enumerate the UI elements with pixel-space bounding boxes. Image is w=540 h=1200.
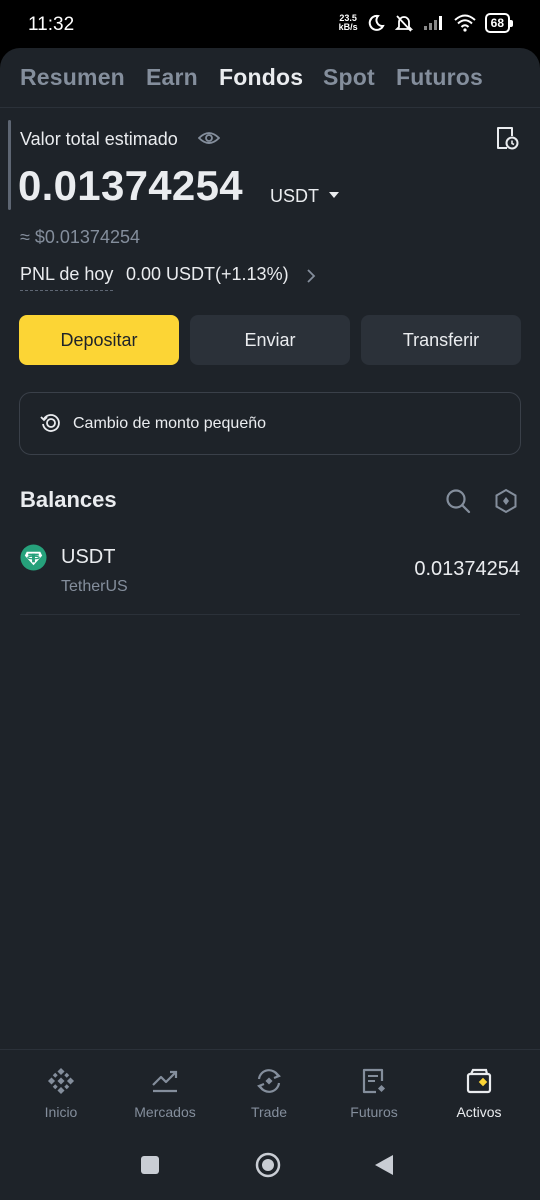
mute-bell-icon bbox=[394, 15, 413, 32]
net-speed: 23.5 kB/s bbox=[338, 13, 358, 32]
wifi-icon bbox=[453, 14, 476, 32]
battery-indicator: 68 bbox=[484, 13, 514, 33]
status-time: 11:32 bbox=[28, 14, 75, 35]
chevron-right-icon[interactable] bbox=[306, 268, 316, 284]
asset-symbol: USDT bbox=[61, 546, 116, 568]
balances-title: Balances bbox=[20, 487, 117, 512]
total-amount: 0.01374254 bbox=[18, 162, 243, 209]
status-bar: 11:32 23.5 kB/s 68 bbox=[0, 0, 540, 48]
chart-trend-icon bbox=[152, 1070, 178, 1093]
transfer-button[interactable]: Transferir bbox=[361, 315, 521, 365]
deposit-button[interactable]: Depositar bbox=[19, 315, 179, 365]
system-nav-bar bbox=[0, 1131, 540, 1200]
asset-tabs: Resumen Earn Fondos Spot Futuros bbox=[0, 48, 540, 108]
tab-spot[interactable]: Spot bbox=[323, 64, 375, 91]
status-indicators: 23.5 kB/s 68 bbox=[338, 13, 514, 33]
nav-inicio[interactable]: Inicio bbox=[11, 1066, 111, 1120]
currency-selector[interactable]: USDT bbox=[270, 186, 319, 207]
app-screen: Resumen Earn Fondos Spot Futuros Valor t… bbox=[0, 48, 540, 1200]
moon-icon bbox=[368, 14, 385, 31]
nav-label: Activos bbox=[456, 1104, 502, 1120]
search-icon[interactable] bbox=[445, 488, 471, 514]
nav-label: Mercados bbox=[134, 1104, 196, 1120]
trade-swap-icon bbox=[257, 1069, 281, 1093]
caret-down-icon[interactable] bbox=[328, 191, 340, 199]
nav-label: Inicio bbox=[44, 1104, 78, 1120]
divider bbox=[20, 614, 520, 615]
tab-futuros[interactable]: Futuros bbox=[396, 64, 483, 91]
nav-trade[interactable]: Trade bbox=[219, 1066, 319, 1120]
asset-name: TetherUS bbox=[61, 578, 128, 595]
nav-futuros[interactable]: Futuros bbox=[324, 1066, 424, 1120]
futures-doc-icon bbox=[362, 1068, 386, 1094]
tab-earn[interactable]: Earn bbox=[146, 64, 198, 91]
nav-label: Futuros bbox=[350, 1104, 398, 1120]
wallet-icon bbox=[466, 1068, 492, 1094]
list-item[interactable]: USDT TetherUS 0.01374254 bbox=[0, 534, 540, 614]
pnl-value[interactable]: 0.00 USDT(+1.13%) bbox=[126, 264, 289, 285]
tether-logo-icon bbox=[20, 544, 47, 571]
small-change-banner[interactable]: Cambio de monto pequeño bbox=[19, 392, 521, 455]
nav-mercados[interactable]: Mercados bbox=[115, 1066, 215, 1120]
eye-icon[interactable] bbox=[198, 129, 220, 147]
usd-approx-value: ≈ $0.01374254 bbox=[20, 227, 140, 247]
signal-icon bbox=[423, 16, 442, 30]
history-icon[interactable] bbox=[494, 125, 520, 151]
pnl-label[interactable]: PNL de hoy bbox=[20, 264, 114, 291]
binance-logo-icon bbox=[47, 1067, 75, 1095]
recents-icon[interactable] bbox=[140, 1155, 160, 1175]
settings-hex-icon[interactable] bbox=[494, 488, 518, 514]
small-change-label: Cambio de monto pequeño bbox=[73, 415, 267, 432]
scroll-indicator bbox=[8, 120, 11, 210]
back-icon[interactable] bbox=[373, 1153, 395, 1177]
nav-activos[interactable]: Activos bbox=[429, 1066, 529, 1120]
total-value-label: Valor total estimado bbox=[20, 129, 178, 149]
convert-coin-icon bbox=[40, 414, 60, 432]
tab-fondos[interactable]: Fondos bbox=[219, 64, 303, 91]
bottom-nav: Inicio Mercados Trade Futuros Activos bbox=[0, 1049, 540, 1131]
asset-amount: 0.01374254 bbox=[414, 558, 520, 580]
tab-resumen[interactable]: Resumen bbox=[20, 64, 125, 91]
nav-label: Trade bbox=[250, 1104, 288, 1120]
home-icon[interactable] bbox=[255, 1152, 281, 1178]
send-button[interactable]: Enviar bbox=[190, 315, 350, 365]
